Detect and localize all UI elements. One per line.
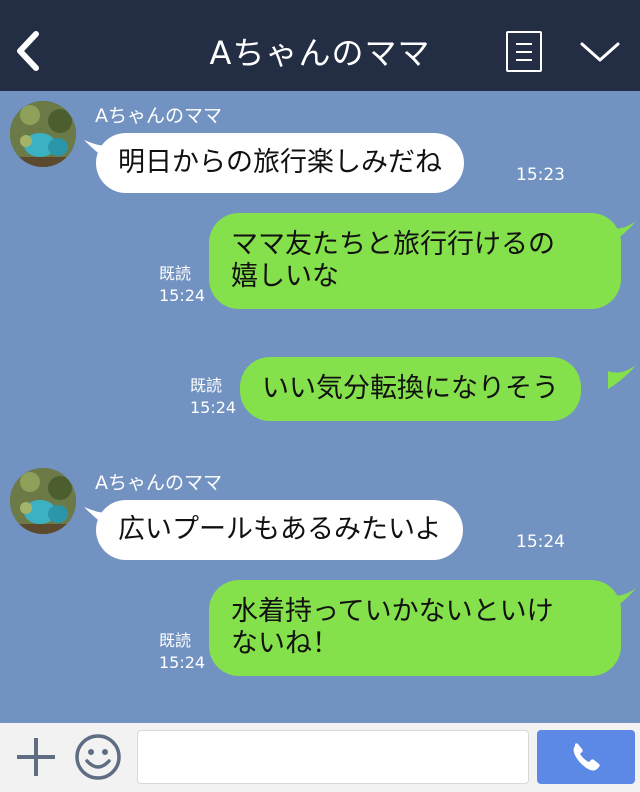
read-status: 既読 15:24 (159, 263, 205, 307)
chat-header: Aちゃんのママ (0, 0, 640, 91)
read-status: 既読 15:24 (159, 630, 205, 674)
message-text-line: ないね！ (231, 628, 339, 659)
message-input[interactable] (137, 730, 529, 784)
smiley-icon (75, 734, 121, 780)
read-label: 既読 (190, 376, 223, 395)
message-text: いい気分転換になりそう (262, 373, 559, 404)
read-label: 既読 (159, 264, 192, 283)
read-status: 既読 15:24 (190, 375, 236, 419)
message-time: 15:24 (159, 286, 206, 305)
message-time: 15:24 (159, 653, 206, 672)
more-options-button[interactable] (578, 36, 622, 68)
message-time: 15:23 (516, 165, 565, 185)
call-button[interactable] (537, 730, 635, 784)
message-text-line: 水着持っていかないといけ (231, 596, 554, 627)
plus-icon (17, 738, 55, 776)
message-bubble-outgoing[interactable]: いい気分転換になりそう (240, 357, 581, 421)
sender-name: Aちゃんのママ (95, 472, 222, 494)
chat-area[interactable]: Aちゃんのママ 明日からの旅行楽しみだね 15:23 既読 15:24 ママ友た… (0, 91, 640, 723)
add-attachment-button[interactable] (14, 735, 58, 779)
sender-name: Aちゃんのママ (95, 105, 222, 127)
message-time: 15:24 (190, 398, 237, 417)
message-bubble-outgoing[interactable]: 水着持っていかないといけ ないね！ (209, 580, 621, 676)
message-text: 広いプールもあるみたいよ (118, 514, 442, 545)
message-bubble-incoming[interactable]: 広いプールもあるみたいよ (96, 500, 464, 560)
message-text-line: 嬉しいな (231, 261, 339, 292)
avatar[interactable] (10, 468, 76, 534)
avatar[interactable] (10, 101, 76, 167)
phone-icon (573, 743, 600, 771)
message-bubble-outgoing[interactable]: ママ友たちと旅行行けるの 嬉しいな (209, 213, 621, 309)
message-text-line: ママ友たちと旅行行けるの (231, 229, 555, 260)
read-label: 既読 (159, 631, 192, 650)
chat-title: Aちゃんのママ (209, 34, 431, 72)
chevron-down-icon (580, 42, 620, 62)
bubble-tail (608, 365, 636, 389)
message-bubble-incoming[interactable]: 明日からの旅行楽しみだね (96, 133, 464, 193)
message-composer (0, 723, 640, 792)
menu-button[interactable] (506, 31, 542, 72)
message-time: 15:24 (516, 532, 565, 552)
emoji-button[interactable] (74, 733, 122, 781)
message-text: 明日からの旅行楽しみだね (118, 147, 442, 178)
